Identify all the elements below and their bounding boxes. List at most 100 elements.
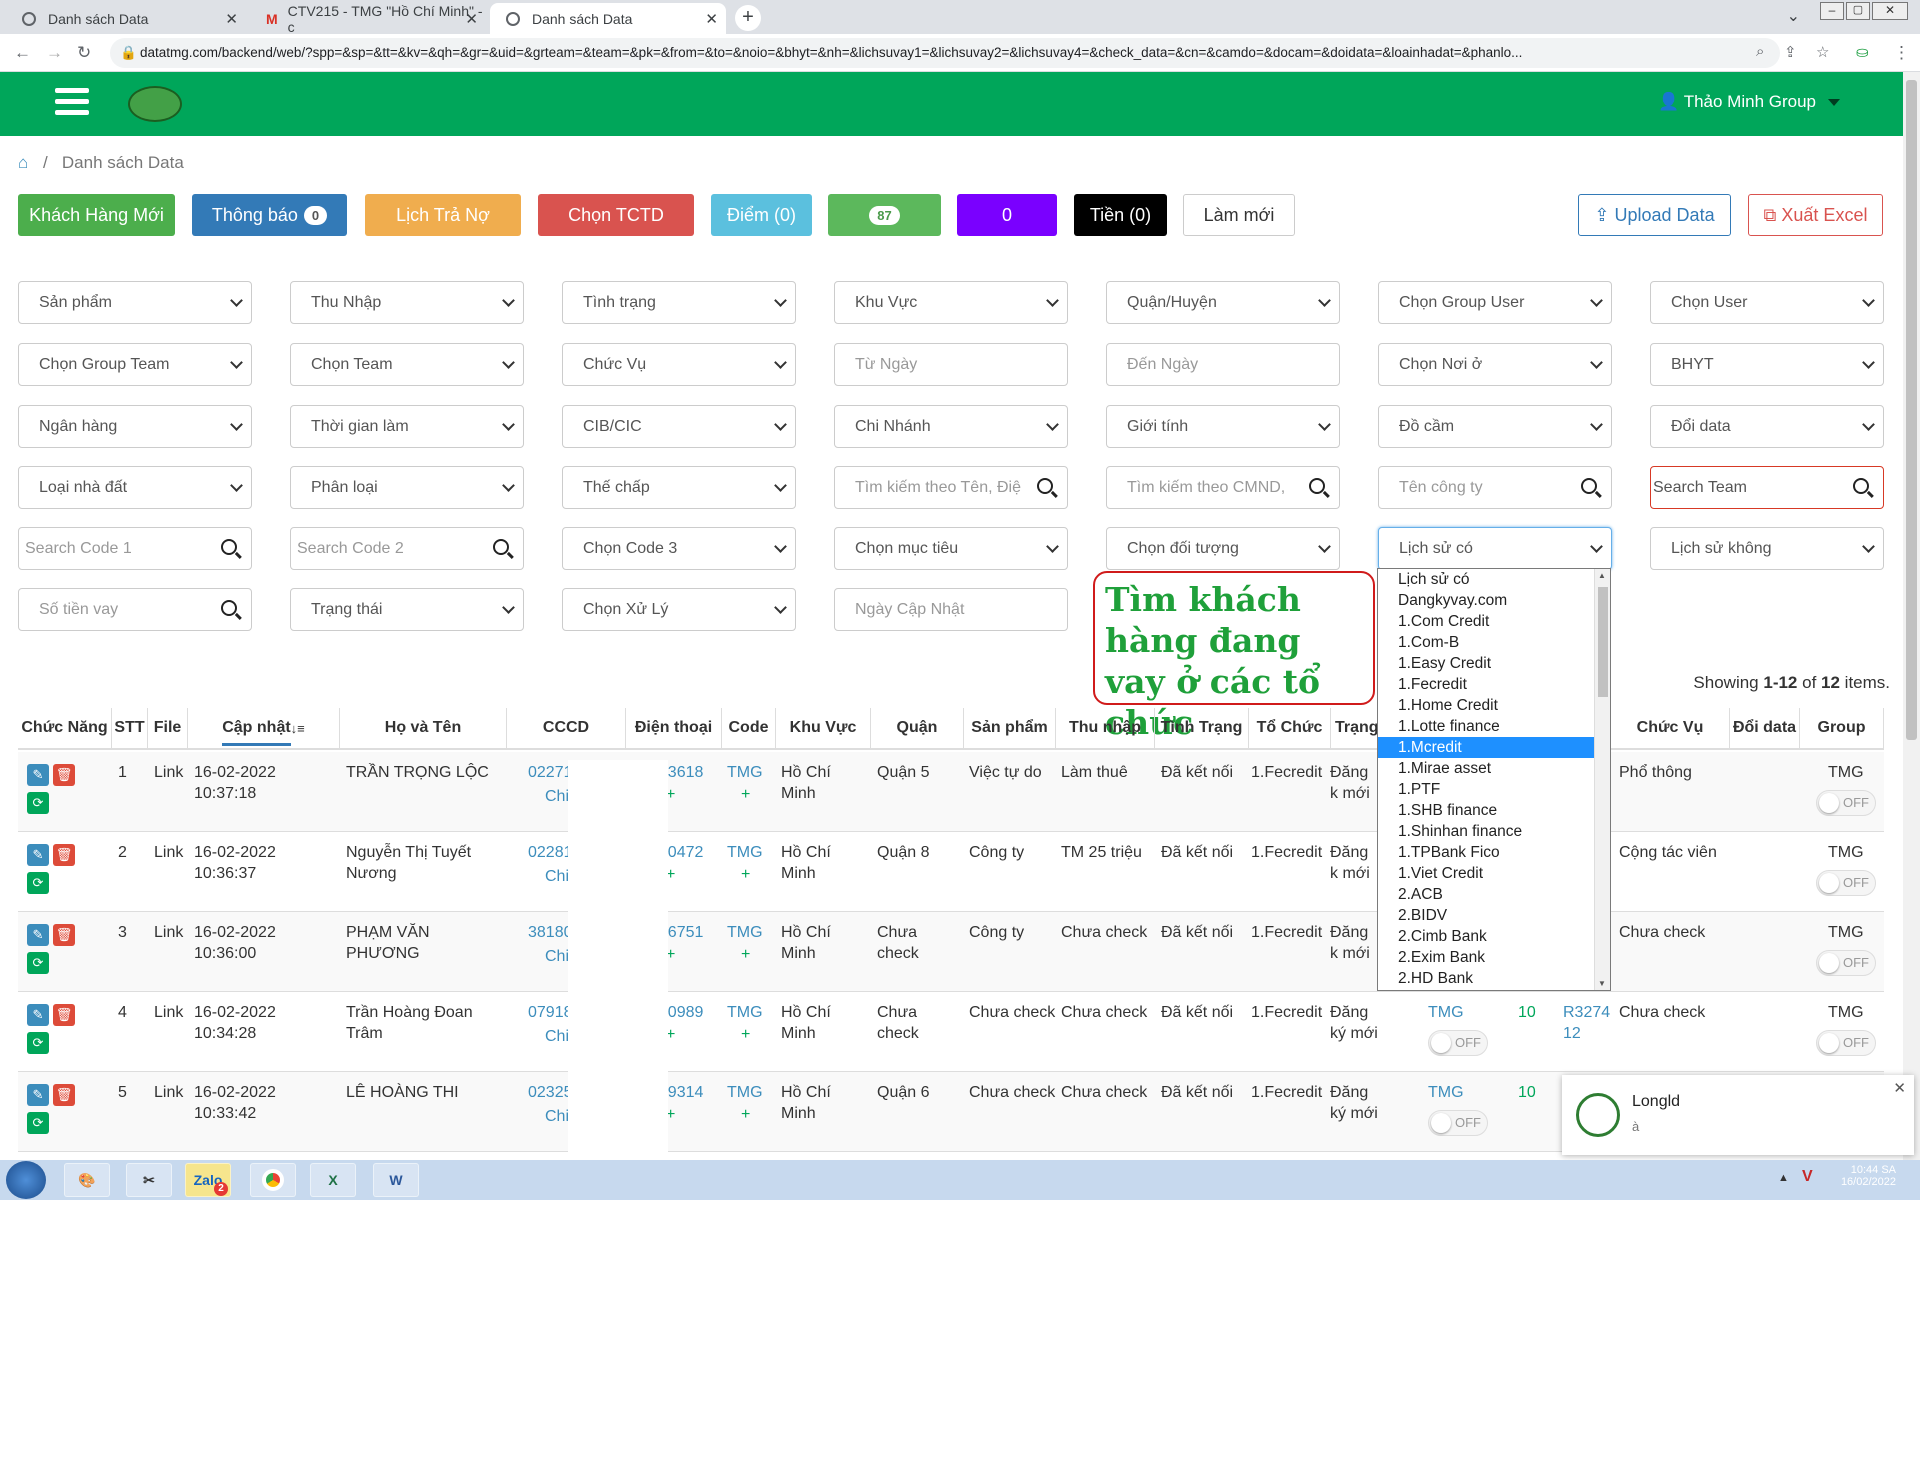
dropdown-option[interactable]: 2.BIDV [1378, 905, 1610, 926]
dropdown-option[interactable]: 1.PTF [1378, 779, 1610, 800]
close-icon[interactable]: ✕ [225, 10, 238, 28]
delete-icon[interactable]: 🗑 [53, 1084, 75, 1106]
back-icon[interactable]: ← [14, 43, 31, 63]
filter-r5-5[interactable]: Lịch sử có [1378, 527, 1612, 570]
dropdown-option[interactable]: 2.Exim Bank [1378, 947, 1610, 968]
filter-r1-5[interactable]: Chọn Group User [1378, 281, 1612, 324]
chon-tctd-button[interactable]: Chọn TCTD [538, 194, 694, 236]
xuat-excel-button[interactable]: ⧉ Xuất Excel [1748, 194, 1883, 236]
excel-icon[interactable]: X [310, 1163, 356, 1197]
close-icon[interactable]: ✕ [1893, 1079, 1906, 1097]
antivirus-icon[interactable]: V [1802, 1168, 1813, 1186]
lich-tra-no-button[interactable]: Lịch Trả Nợ [365, 194, 521, 236]
thong-bao-button[interactable]: Thông báo 0 [192, 194, 347, 236]
code-link[interactable]: TMG [727, 842, 767, 863]
dropdown-option[interactable]: 2.ACB [1378, 884, 1610, 905]
hamburger-menu-icon[interactable] [55, 88, 89, 116]
filter-r5-1[interactable]: Search Code 2 [290, 527, 524, 570]
filter-r5-0[interactable]: Search Code 1 [18, 527, 252, 570]
dropdown-option[interactable]: 1.Home Credit [1378, 695, 1610, 716]
filter-r1-3[interactable]: Khu Vực [834, 281, 1068, 324]
dropdown-option[interactable]: 1.Shinhan finance [1378, 821, 1610, 842]
dropdown-option[interactable]: 1.Mirae asset [1378, 758, 1610, 779]
refresh-icon[interactable]: ⟳ [27, 1032, 49, 1054]
delete-icon[interactable]: 🗑 [53, 764, 75, 786]
toggle-switch[interactable]: OFF [1816, 1030, 1876, 1056]
dropdown-option[interactable]: 1.TPBank Fico [1378, 842, 1610, 863]
dropdown-option[interactable]: 1.SHB finance [1378, 800, 1610, 821]
paint-icon[interactable]: 🎨 [64, 1163, 110, 1197]
filter-r4-4[interactable]: Tìm kiếm theo CMND, [1106, 466, 1340, 509]
search-icon[interactable] [1581, 478, 1597, 494]
snipping-tool-icon[interactable]: ✂ [126, 1163, 172, 1197]
page-scrollbar[interactable] [1903, 72, 1920, 1160]
refresh-icon[interactable]: ⟳ [27, 952, 49, 974]
count-87-button[interactable]: 87 [828, 194, 941, 236]
zoom-icon[interactable]: ⌕ [1756, 43, 1764, 60]
close-window-button[interactable]: ✕ [1872, 2, 1908, 20]
filter-r4-3[interactable]: Tìm kiếm theo Tên, Điệ [834, 466, 1068, 509]
assigned-user[interactable]: TMG [1428, 1082, 1478, 1103]
toggle-switch[interactable]: OFF [1428, 1110, 1488, 1136]
close-icon[interactable]: ✕ [705, 10, 718, 28]
edit-icon[interactable]: ✎ [27, 1004, 49, 1026]
dropdown-option[interactable]: Dangkyvay.com [1378, 590, 1610, 611]
search-icon[interactable] [1037, 478, 1053, 494]
search-icon[interactable] [221, 539, 237, 555]
edit-icon[interactable]: ✎ [27, 924, 49, 946]
filter-r1-1[interactable]: Thu Nhập [290, 281, 524, 324]
filter-r2-0[interactable]: Chọn Group Team [18, 343, 252, 386]
dropdown-option[interactable]: 1.Com Credit [1378, 611, 1610, 632]
url-input[interactable]: 🔒 datatmg.com/backend/web/?spp=&sp=&tt=&k… [110, 38, 1780, 68]
filter-r3-2[interactable]: CIB/CIC [562, 405, 796, 448]
zalo-icon[interactable]: Zalo 2 [185, 1163, 231, 1197]
dropdown-option[interactable]: 1.Mcredit [1378, 737, 1610, 758]
upload-data-button[interactable]: ⇪ Upload Data [1578, 194, 1731, 236]
dropdown-option[interactable]: 1.Viet Credit [1378, 863, 1610, 884]
share-icon[interactable]: ⇪ [1784, 43, 1797, 61]
filter-r5-6[interactable]: Lịch sử không [1650, 527, 1884, 570]
filter-r3-5[interactable]: Đồ cầm [1378, 405, 1612, 448]
diem-button[interactable]: Điểm (0) [711, 194, 812, 236]
filter-r4-1[interactable]: Phân loại [290, 466, 524, 509]
filter-r2-1[interactable]: Chọn Team [290, 343, 524, 386]
dropdown-option[interactable]: 2.Cimb Bank [1378, 926, 1610, 947]
toggle-switch[interactable]: OFF [1816, 790, 1876, 816]
start-button[interactable] [6, 1161, 46, 1199]
filter-r6-0[interactable]: Số tiền vay [18, 588, 252, 631]
extension-icon[interactable]: ⛀ [1856, 43, 1869, 61]
tab-danh-sach-data-1[interactable]: Danh sách Data ✕ [6, 3, 246, 34]
filter-r4-0[interactable]: Loại nhà đất [18, 466, 252, 509]
filter-r5-4[interactable]: Chọn đối tượng [1106, 527, 1340, 570]
edit-icon[interactable]: ✎ [27, 1084, 49, 1106]
reload-icon[interactable]: ↻ [77, 43, 91, 63]
code-ref[interactable]: R3274 12 [1563, 1002, 1613, 1044]
tab-danh-sach-data-2[interactable]: Danh sách Data ✕ [490, 3, 726, 34]
lam-moi-button[interactable]: Làm mới [1183, 194, 1295, 236]
tien-button[interactable]: Tiền (0) [1074, 194, 1167, 236]
filter-r1-6[interactable]: Chọn User [1650, 281, 1884, 324]
filter-r2-4[interactable]: Đến Ngày [1106, 343, 1340, 386]
filter-r2-3[interactable]: Từ Ngày [834, 343, 1068, 386]
toggle-switch[interactable]: OFF [1816, 950, 1876, 976]
lich-su-co-dropdown-list[interactable]: Lịch sử có Dangkyvay.com 1.Com Credit 1.Com… [1377, 568, 1611, 991]
maximize-button[interactable]: ▢ [1846, 2, 1870, 20]
toggle-switch[interactable]: OFF [1428, 1030, 1488, 1056]
filter-r5-2[interactable]: Chọn Code 3 [562, 527, 796, 570]
filter-r1-4[interactable]: Quận/Huyện [1106, 281, 1340, 324]
dropdown-option[interactable]: 2.HD Bank [1378, 968, 1610, 989]
purple-count-button[interactable]: 0 [957, 194, 1057, 236]
delete-icon[interactable]: 🗑 [53, 924, 75, 946]
search-icon[interactable] [1309, 478, 1325, 494]
caret-down-icon[interactable] [1828, 99, 1840, 106]
filter-r3-3[interactable]: Chi Nhánh [834, 405, 1068, 448]
search-icon[interactable] [221, 600, 237, 616]
dropdown-option[interactable]: 1.Fecredit [1378, 674, 1610, 695]
filter-r2-2[interactable]: Chức Vụ [562, 343, 796, 386]
star-icon[interactable]: ☆ [1816, 43, 1829, 61]
chrome-icon[interactable] [250, 1163, 296, 1197]
edit-icon[interactable]: ✎ [27, 844, 49, 866]
dropdown-option[interactable]: 1.Com-B [1378, 632, 1610, 653]
dropdown-option[interactable]: 1.Easy Credit [1378, 653, 1610, 674]
filter-r5-3[interactable]: Chọn mục tiêu [834, 527, 1068, 570]
